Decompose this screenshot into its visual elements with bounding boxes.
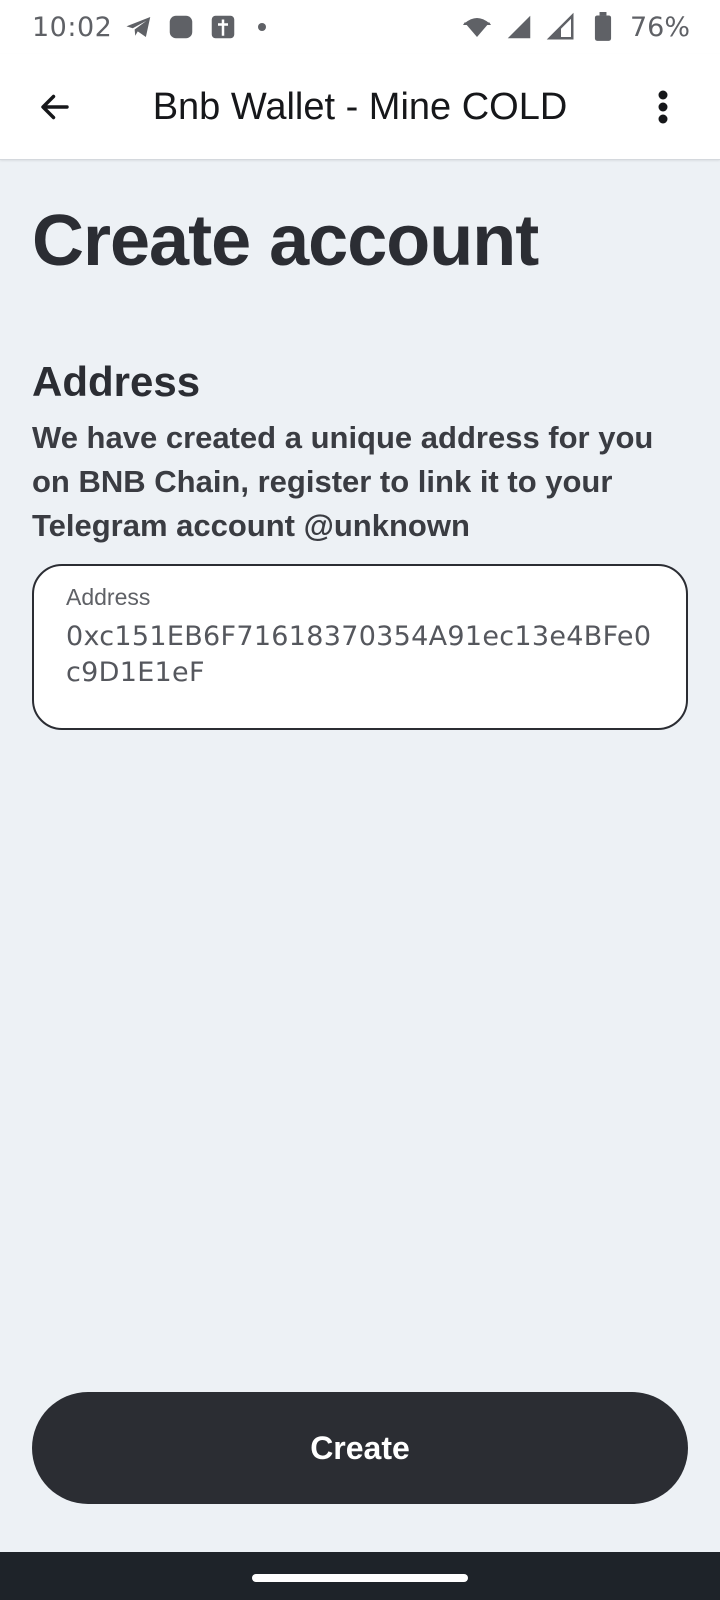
app-bar: Bnb Wallet - Mine COLD [0,54,720,160]
status-bar-left: 10:02 [32,11,267,43]
page-title: Create account [32,201,539,281]
status-time: 10:02 [32,11,113,43]
back-button[interactable] [26,78,84,136]
battery-percent: 76% [629,11,690,43]
address-field-label: Address [66,584,151,610]
signal-icon [504,12,534,42]
status-bar: 10:02 76% [0,0,720,54]
arrow-left-icon [41,94,69,120]
home-indicator[interactable] [252,1574,468,1582]
cross-icon [208,12,238,42]
address-description: We have created a unique address for you… [32,420,654,543]
address-section-heading: Address [32,358,201,405]
signal-icon [546,12,576,42]
app-icon [166,12,196,42]
navigation-bar [0,1552,720,1600]
notification-dot-icon [258,23,267,31]
create-button[interactable]: Create [32,1392,688,1504]
address-field[interactable]: Address 0xc151EB6F71618370354A91ec13e4BF… [32,564,688,730]
address-field-value[interactable]: 0xc151EB6F71618370354A91ec13e4BFe0c9D1E1… [66,619,654,691]
status-bar-right: 76% [462,12,690,43]
more-options-button[interactable] [634,78,692,136]
app-title: Bnb Wallet - Mine COLD [152,85,568,128]
battery-icon [588,12,618,42]
more-vertical-icon [658,90,668,124]
telegram-icon [124,12,154,42]
wifi-icon [462,12,492,42]
